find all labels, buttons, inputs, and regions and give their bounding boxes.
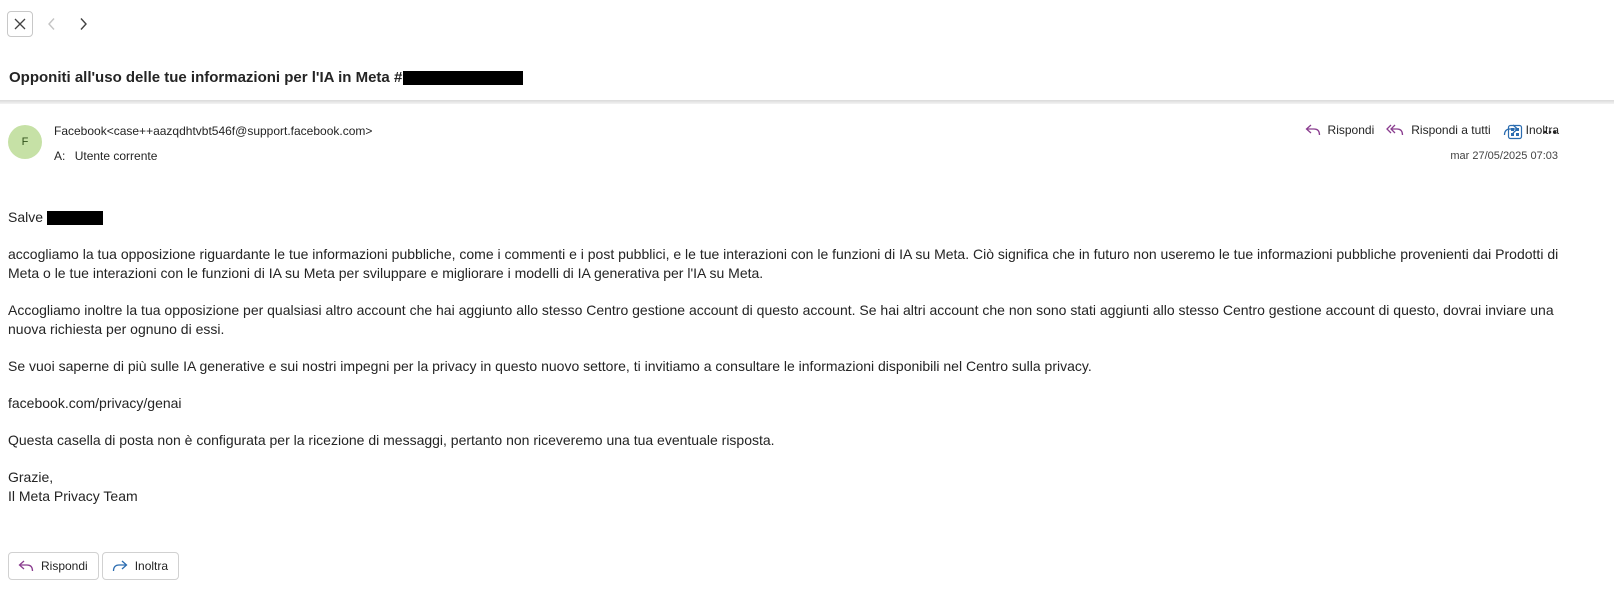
forward-icon [112,560,128,572]
sender-avatar[interactable]: F [8,125,42,159]
signature: Il Meta Privacy Team [8,488,138,504]
bottom-forward-label: Inoltra [134,559,169,573]
sender-address[interactable]: Facebook<case++aazqdhtvbt546f@support.fa… [54,124,372,138]
reply-button[interactable]: Rispondi [1305,123,1375,137]
chevron-left-icon [48,18,55,30]
reply-label: Rispondi [1327,123,1375,137]
recipient-row: A: Utente corrente [54,149,157,163]
reply-all-label: Rispondi a tutti [1411,123,1491,137]
bottom-forward-button[interactable]: Inoltra [101,552,180,580]
bottom-reply-label: Rispondi [41,559,88,573]
reply-icon [18,560,34,572]
redacted-case-number [403,70,524,85]
bottom-actions: Rispondi Inoltra [8,552,182,580]
previous-message-button[interactable] [42,14,62,34]
subject-text: Opponiti all'uso delle tue informazioni … [9,69,403,86]
reply-all-icon [1386,124,1404,136]
email-subject: Opponiti all'uso delle tue informazioni … [9,69,524,86]
reading-pane-toolbar [0,0,1614,50]
message-body: Salve accogliamo la tua opposizione rigu… [8,208,1578,506]
more-actions-button[interactable] [1541,123,1559,141]
message-date: mar 27/05/2025 07:03 [1450,150,1558,162]
header-divider [0,100,1614,104]
closing: Grazie, [8,469,54,485]
body-paragraph-1: accogliamo la tua opposizione riguardant… [8,246,1559,281]
close-button[interactable] [7,11,33,37]
reply-icon [1305,124,1320,136]
to-label: A: [54,149,66,163]
greeting: Salve [8,208,1578,227]
more-icon [1543,130,1557,134]
greeting-text: Salve [8,209,44,225]
apps-button[interactable] [1506,123,1524,141]
body-paragraph-2: Accogliamo inoltre la tua opposizione pe… [8,302,1554,337]
bottom-reply-button[interactable]: Rispondi [8,552,99,580]
next-message-button[interactable] [73,14,93,34]
recipient-name[interactable]: Utente corrente [75,149,158,163]
signature-block: Grazie, Il Meta Privacy Team [8,468,1578,506]
body-paragraph-3: Se vuoi saperne di più sulle IA generati… [8,358,1092,374]
reply-all-button[interactable]: Rispondi a tutti [1386,123,1491,137]
close-icon [14,18,26,30]
body-paragraph-4: Questa casella di posta non è configurat… [8,432,775,448]
chevron-right-icon [80,18,87,30]
privacy-link[interactable]: facebook.com/privacy/genai [8,394,1578,413]
redacted-name [47,210,104,225]
apps-icon [1507,124,1523,140]
